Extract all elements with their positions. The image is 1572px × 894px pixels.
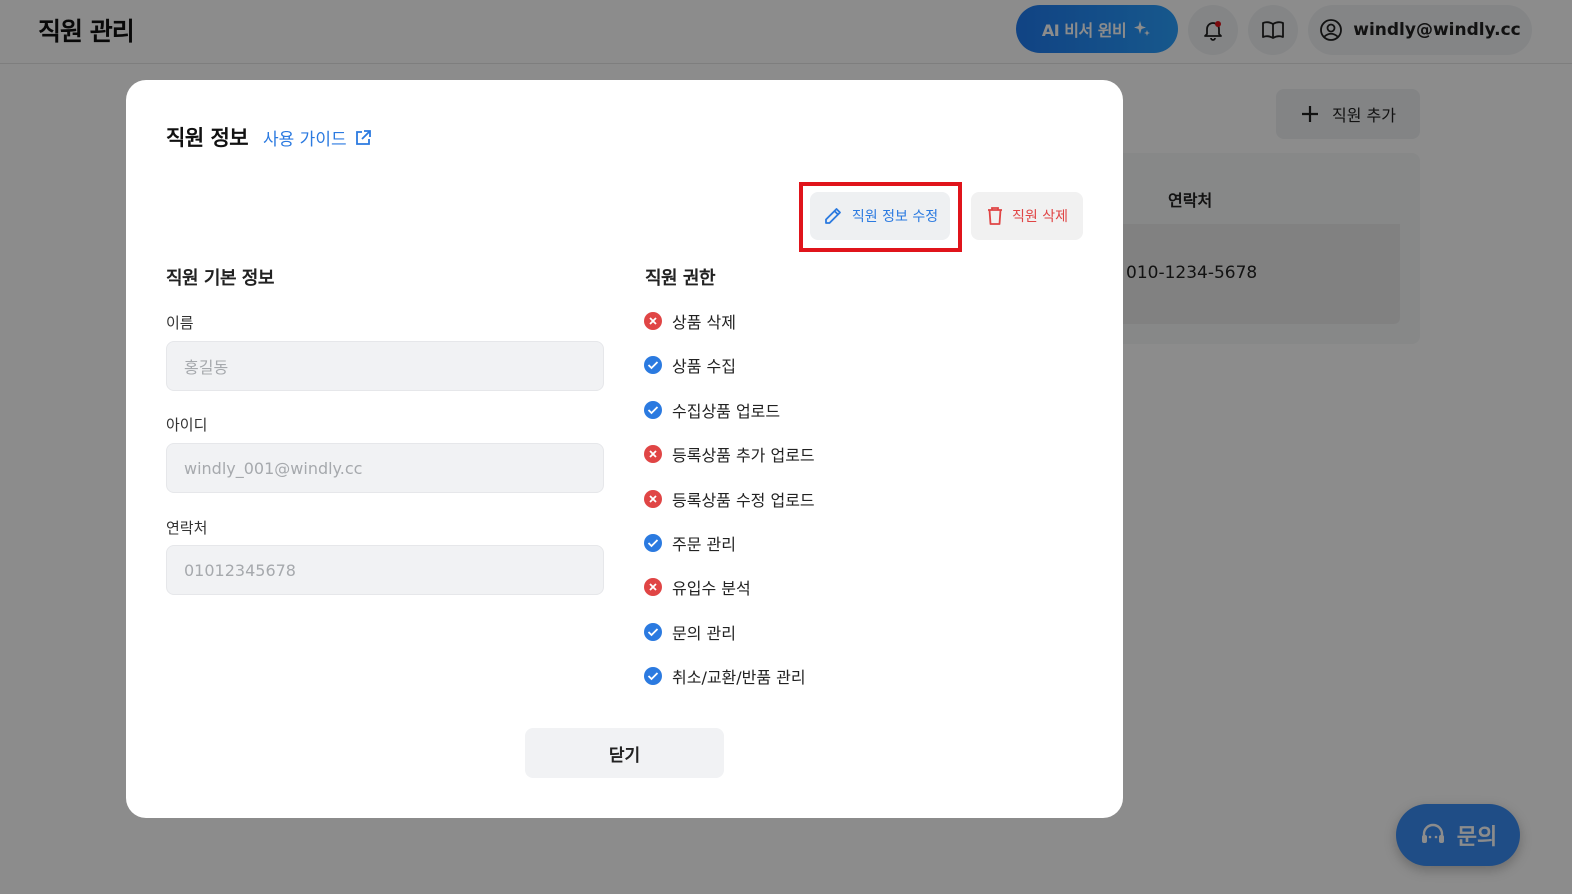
check-circle-icon (644, 667, 662, 685)
x-circle-icon (644, 445, 662, 463)
id-label: 아이디 (166, 416, 208, 434)
permission-item: 상품 수집 (644, 353, 736, 377)
x-circle-icon (644, 312, 662, 330)
trash-icon (988, 207, 1002, 225)
permission-item: 취소/교환/반품 관리 (644, 664, 806, 688)
permissions-title: 직원 권한 (645, 268, 716, 289)
permission-label: 상품 수집 (672, 357, 736, 376)
id-field[interactable]: windly_001@windly.cc (166, 443, 604, 493)
permission-item: 등록상품 추가 업로드 (644, 442, 815, 466)
permission-label: 등록상품 추가 업로드 (672, 446, 815, 465)
highlight-box (799, 182, 962, 252)
permission-item: 문의 관리 (644, 620, 736, 644)
check-circle-icon (644, 401, 662, 419)
name-field[interactable]: 홍길동 (166, 341, 604, 391)
usage-guide-label: 사용 가이드 (263, 130, 347, 150)
x-circle-icon (644, 578, 662, 596)
delete-staff-button[interactable]: 직원 삭제 (971, 192, 1083, 240)
name-label: 이름 (166, 314, 194, 332)
x-circle-icon (644, 490, 662, 508)
usage-guide-link[interactable]: 사용 가이드 (263, 125, 373, 150)
permission-label: 취소/교환/반품 관리 (672, 668, 806, 687)
permission-label: 주문 관리 (672, 535, 736, 554)
permission-label: 유입수 분석 (672, 579, 751, 598)
delete-staff-label: 직원 삭제 (1012, 209, 1068, 225)
permission-label: 상품 삭제 (672, 313, 736, 332)
staff-info-modal: 직원 정보 사용 가이드 직원 정보 수정 직원 삭제 직원 기본 정보 이름 … (126, 80, 1123, 818)
permission-item: 등록상품 수정 업로드 (644, 487, 815, 511)
close-button[interactable]: 닫기 (525, 728, 724, 778)
permission-item: 주문 관리 (644, 531, 736, 555)
permission-label: 문의 관리 (672, 624, 736, 643)
permission-item: 상품 삭제 (644, 309, 736, 333)
modal-title: 직원 정보 (166, 126, 249, 150)
contact-label: 연락처 (166, 519, 208, 537)
external-link-icon (355, 129, 371, 145)
basic-info-title: 직원 기본 정보 (166, 268, 274, 289)
permission-label: 수집상품 업로드 (672, 402, 781, 421)
permission-label: 등록상품 수정 업로드 (672, 491, 815, 510)
check-circle-icon (644, 356, 662, 374)
contact-field[interactable]: 01012345678 (166, 545, 604, 595)
permission-item: 유입수 분석 (644, 575, 751, 599)
permission-item: 수집상품 업로드 (644, 398, 780, 422)
check-circle-icon (644, 534, 662, 552)
check-circle-icon (644, 623, 662, 641)
